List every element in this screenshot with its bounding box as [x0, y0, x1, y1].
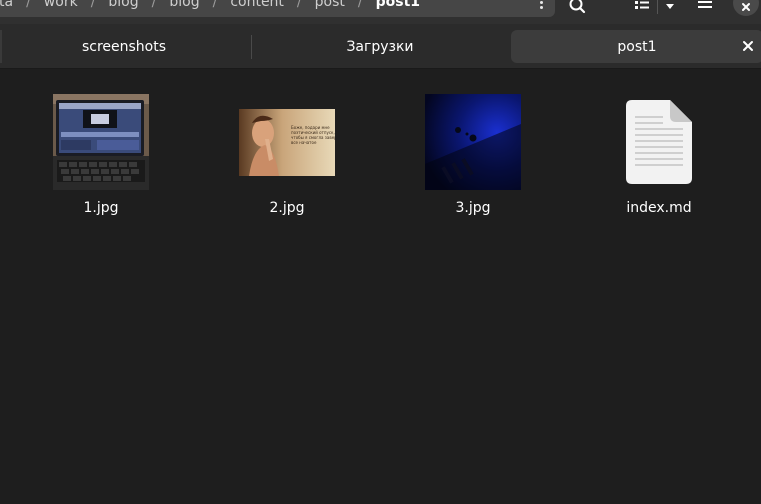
hamburger-menu-icon: [698, 1, 712, 8]
breadcrumb-separator: /: [26, 0, 31, 10]
breadcrumb-ta[interactable]: ta: [0, 0, 13, 10]
breadcrumb-post[interactable]: post: [315, 0, 345, 10]
file-thumbnail: [413, 92, 533, 192]
breadcrumb-separator: /: [90, 0, 96, 10]
file-item-index-md[interactable]: index.md: [599, 92, 719, 216]
close-icon[interactable]: [741, 39, 755, 53]
list-view-button[interactable]: [630, 0, 654, 14]
tab-separator: [251, 35, 252, 59]
tab-bar: screenshots Загрузки post1: [0, 24, 761, 69]
header-bar: ta / work / blog / blog / content / post…: [0, 0, 761, 24]
file-name: 1.jpg: [83, 200, 119, 216]
breadcrumb-post1[interactable]: post1: [376, 0, 420, 10]
chevron-down-icon: [666, 4, 674, 9]
laptop-photo-thumbnail: [53, 94, 149, 190]
file-item-2-jpg[interactable]: Боже, подари мне поэтический отпуск, что…: [227, 92, 347, 216]
view-options-dropdown[interactable]: [661, 0, 679, 14]
breadcrumb-work[interactable]: work: [44, 0, 78, 10]
file-thumbnail: Боже, подари мне поэтический отпуск, что…: [227, 92, 347, 192]
file-item-1-jpg[interactable]: 1.jpg: [41, 92, 161, 216]
breadcrumb-blog-2[interactable]: blog: [169, 0, 199, 10]
breadcrumb-separator: /: [212, 0, 218, 10]
file-item-3-jpg[interactable]: 3.jpg: [413, 92, 533, 216]
tab-label: Загрузки: [346, 38, 414, 55]
file-grid: 1.jpg Боже, подари мне поэтический отпус…: [0, 70, 761, 504]
tab-post1[interactable]: post1: [511, 30, 761, 63]
file-manager-window: ta / work / blog / blog / content / post…: [0, 0, 761, 504]
tab-label: screenshots: [81, 38, 167, 55]
praying-woman-thumbnail: Боже, подари мне поэтический отпуск, что…: [239, 108, 335, 176]
dark-blue-photo-thumbnail: [425, 94, 521, 190]
toolbar-divider: [657, 0, 658, 14]
tab-screenshots[interactable]: screenshots: [0, 30, 248, 63]
text-document-icon: [626, 100, 692, 184]
breadcrumb-separator: /: [151, 0, 157, 10]
path-menu-icon[interactable]: [539, 0, 543, 9]
tab-downloads[interactable]: Загрузки: [256, 30, 504, 63]
path-bar: ta / work / blog / blog / content / post…: [0, 0, 555, 17]
file-name: 2.jpg: [269, 200, 305, 216]
file-thumbnail: [41, 92, 161, 192]
file-name: index.md: [626, 200, 692, 216]
tab-label: post1: [617, 38, 657, 55]
search-icon: [569, 0, 586, 14]
file-name: 3.jpg: [455, 200, 491, 216]
close-window-button[interactable]: [733, 0, 759, 16]
close-icon: [742, 3, 750, 11]
list-view-icon: [635, 1, 649, 9]
breadcrumb-separator: /: [296, 0, 302, 10]
breadcrumb-content[interactable]: content: [230, 0, 284, 10]
main-menu-button[interactable]: [695, 0, 715, 14]
breadcrumb-blog[interactable]: blog: [108, 0, 138, 10]
file-thumbnail: [599, 92, 719, 192]
breadcrumb-separator: /: [357, 0, 363, 10]
search-button[interactable]: [566, 0, 590, 14]
